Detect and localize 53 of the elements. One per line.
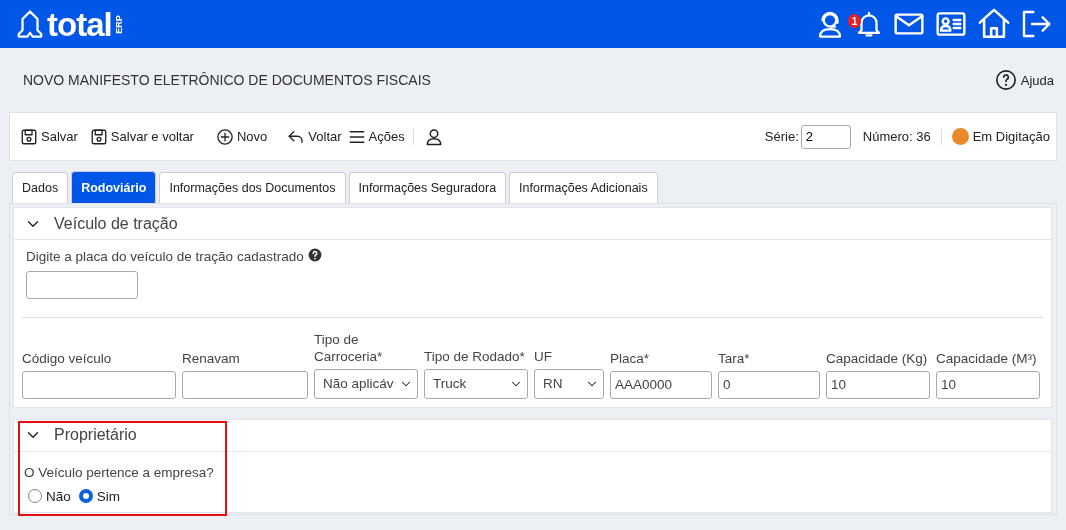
field-label: Tipo de Rodado*: [424, 348, 526, 366]
radio-button[interactable]: [28, 489, 42, 504]
section-title: Veículo de tração: [54, 214, 178, 233]
field-label: Tipo de Carroceria*: [314, 332, 384, 366]
plus-circle-icon: [215, 127, 234, 146]
plate-search-field[interactable]: [26, 271, 138, 299]
status-label: Em Digitação: [972, 129, 1050, 144]
notification-badge: 1: [848, 14, 861, 28]
question-label: O Veículo pertence a empresa?: [24, 464, 215, 480]
dropdown[interactable]: Não aplicáv: [314, 368, 418, 399]
section-title: Proprietário: [54, 426, 137, 445]
input-field[interactable]: 0: [718, 370, 820, 399]
save-icon: [20, 127, 38, 146]
logo-text: total: [47, 7, 112, 41]
field-label: UF: [534, 348, 553, 366]
field-label: Capacidade (Kg): [826, 350, 929, 368]
field-label: Digite a placa do veículo de tração cadastrado: [26, 249, 304, 264]
house-logo-icon: [15, 7, 45, 41]
save-button[interactable]: Salvar e voltar: [89, 127, 194, 146]
serie-label: Série:: [764, 129, 799, 144]
help-icon: [994, 69, 1017, 91]
dropdown[interactable]: RN: [534, 368, 604, 399]
page-title: NOVO MANIFESTO ELETRÔNICO DE DOCUMENTOS FISCAIS: [23, 72, 431, 88]
input-field[interactable]: [182, 370, 308, 399]
serie-field[interactable]: 2: [800, 124, 851, 149]
new-button[interactable]: Novo: [215, 127, 268, 146]
input-field[interactable]: [22, 370, 176, 399]
input-field[interactable]: AAA0000: [610, 370, 712, 399]
tab[interactable]: Informações dos Documentos: [159, 172, 346, 203]
radio-label: Não: [46, 488, 71, 504]
save-button[interactable]: Salvar: [20, 127, 78, 146]
help-link[interactable]: Ajuda: [994, 69, 1054, 91]
back-button[interactable]: Voltar: [287, 127, 342, 146]
number-label: Número: 36: [862, 129, 931, 144]
field-label: Renavam: [182, 350, 241, 368]
save-icon: [89, 127, 108, 146]
tab[interactable]: Rodoviário: [71, 171, 157, 203]
input-field[interactable]: 10: [936, 370, 1040, 399]
home-icon[interactable]: [977, 7, 1011, 41]
field-label: Código veículo: [22, 350, 113, 368]
actions-button[interactable]: Ações: [347, 127, 405, 146]
radio-label: Sim: [96, 488, 120, 504]
tab[interactable]: Dados: [12, 172, 69, 203]
tab[interactable]: Informações Adicionais: [509, 172, 658, 203]
field-label: Placa*: [610, 350, 651, 368]
logo-suffix: ERP: [114, 14, 124, 34]
dropdown[interactable]: Truck: [424, 368, 528, 399]
radio-button[interactable]: [78, 489, 93, 504]
tab[interactable]: Informações Seguradora: [348, 172, 507, 203]
input-field[interactable]: 10: [826, 370, 930, 399]
logout-icon[interactable]: [1020, 8, 1052, 40]
field-label: Capacidade (M³): [936, 350, 1038, 368]
field-label: Tara*: [718, 350, 751, 368]
